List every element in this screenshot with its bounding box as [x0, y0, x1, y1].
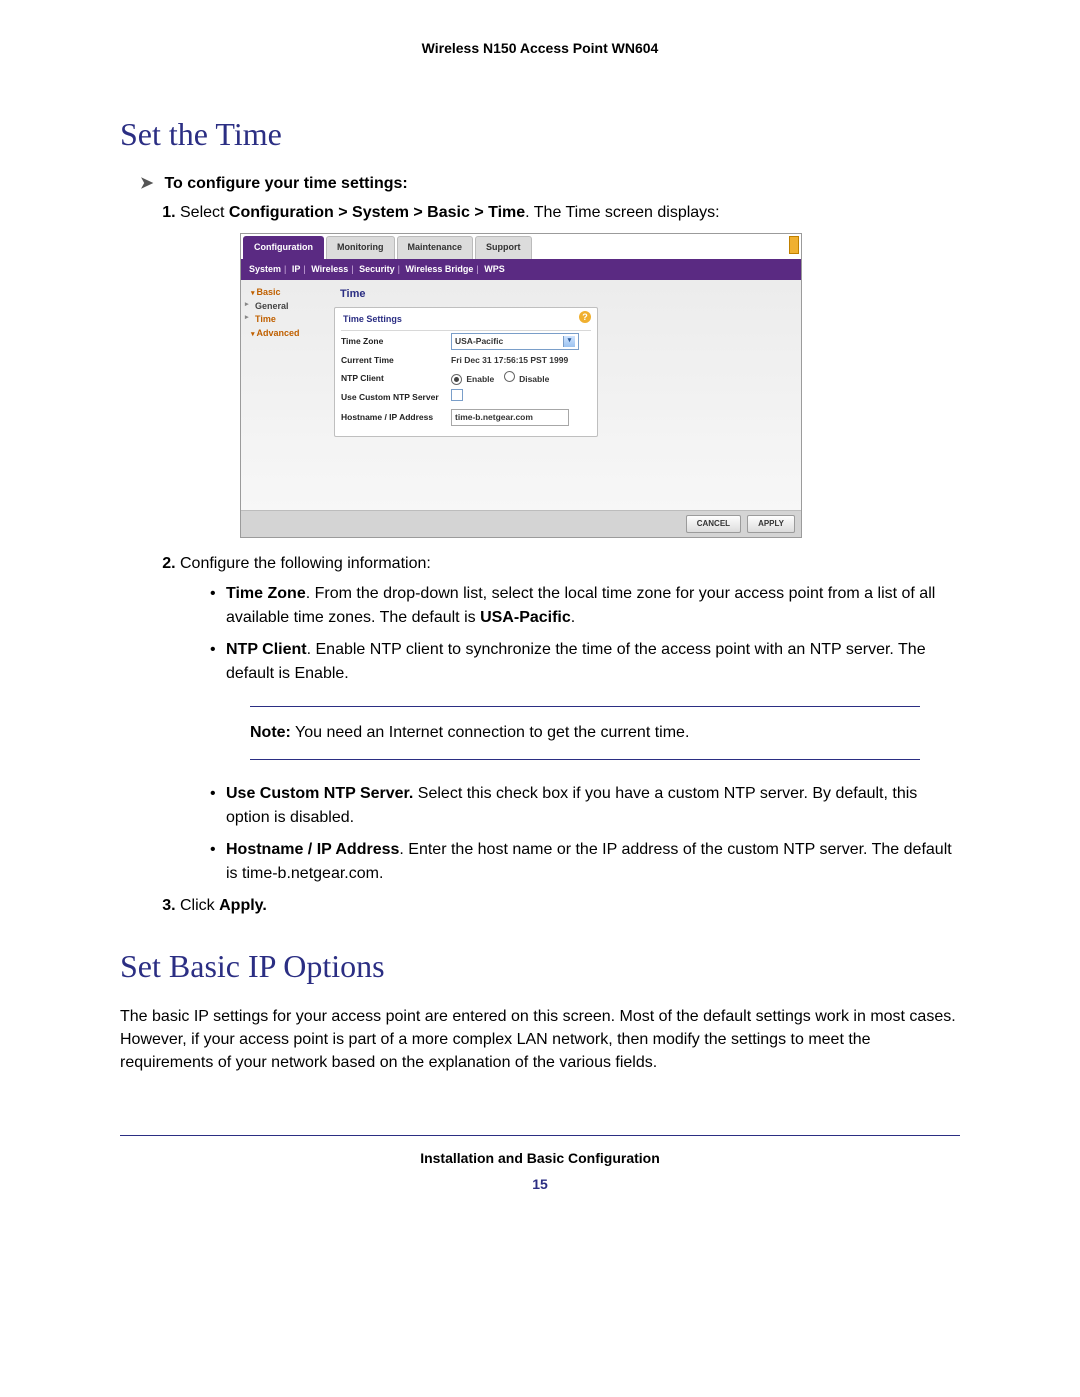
corner-accent-icon: [789, 236, 799, 254]
step-3-action: Apply.: [219, 897, 267, 914]
sidebar-item-basic[interactable]: Basic: [245, 286, 330, 300]
radio-ntp-enable[interactable]: [451, 374, 462, 385]
label-time-zone: Time Zone: [341, 335, 451, 348]
tab-support[interactable]: Support: [475, 236, 532, 259]
bullet-custom-ntp: Use Custom NTP Server. Select this check…: [210, 782, 960, 830]
row-custom-ntp: Use Custom NTP Server: [341, 387, 591, 407]
step-2-body: Configure the following information:: [180, 555, 431, 572]
label-current-time: Current Time: [341, 354, 451, 367]
heading-set-basic-ip: Set Basic IP Options: [120, 948, 960, 985]
sidebar-item-time[interactable]: Time: [245, 313, 330, 327]
radio-ntp-disable-label: Disable: [519, 374, 549, 384]
panel-title: Time: [334, 284, 793, 307]
step-1-prefix: Select: [180, 204, 229, 221]
app-sidebar: Basic General Time Advanced: [241, 280, 334, 510]
heading-set-the-time: Set the Time: [120, 116, 960, 153]
time-settings-panel: Time Settings ? Time Zone USA-Pacific ▾: [334, 307, 598, 437]
subnav-wireless[interactable]: Wireless: [311, 264, 348, 274]
bullet-time-zone-lead: Time Zone: [226, 585, 306, 602]
app-tab-bar: Configuration Monitoring Maintenance Sup…: [241, 234, 801, 259]
value-current-time: Fri Dec 31 17:56:15 PST 1999: [451, 354, 591, 367]
label-hostname: Hostname / IP Address: [341, 411, 451, 424]
radio-ntp-enable-label: Enable: [466, 374, 494, 384]
chevron-down-icon: ▾: [563, 336, 575, 347]
task-lead: ➤ To configure your time settings:: [140, 173, 960, 193]
sidebar-item-advanced[interactable]: Advanced: [245, 327, 330, 341]
subnav-wps[interactable]: WPS: [484, 264, 505, 274]
label-ntp-client: NTP Client: [341, 372, 451, 385]
cancel-button[interactable]: CANCEL: [686, 515, 741, 533]
subnav-system[interactable]: System: [249, 264, 281, 274]
bullet-custom-ntp-lead: Use Custom NTP Server.: [226, 785, 413, 802]
embedded-screenshot: Configuration Monitoring Maintenance Sup…: [240, 233, 802, 538]
panel-subtitle-text: Time Settings: [343, 314, 402, 324]
bullet-hostname: Hostname / IP Address. Enter the host na…: [210, 838, 960, 886]
tab-monitoring[interactable]: Monitoring: [326, 236, 395, 259]
radio-ntp-disable[interactable]: [504, 371, 515, 382]
apply-button[interactable]: APPLY: [747, 515, 795, 533]
app-main: Time Time Settings ? Time Zone USA-Pac: [334, 280, 801, 510]
chevron-right-icon: ➤: [140, 173, 154, 193]
app-subnav: System| IP| Wireless| Security| Wireless…: [241, 259, 801, 281]
step-1-path: Configuration > System > Basic > Time: [229, 204, 525, 221]
row-time-zone: Time Zone USA-Pacific ▾: [341, 331, 591, 352]
row-current-time: Current Time Fri Dec 31 17:56:15 PST 199…: [341, 352, 591, 369]
running-header: Wireless N150 Access Point WN604: [120, 40, 960, 56]
select-time-zone[interactable]: USA-Pacific ▾: [451, 333, 579, 350]
value-ntp-client: Enable Disable: [451, 371, 591, 386]
ip-options-paragraph: The basic IP settings for your access po…: [120, 1005, 960, 1075]
row-hostname: Hostname / IP Address time-b.netgear.com: [341, 407, 591, 428]
step-2-bullets-cont: Use Custom NTP Server. Select this check…: [180, 782, 960, 886]
page-number: 15: [120, 1176, 960, 1192]
task-lead-text: To configure your time settings:: [164, 175, 407, 192]
row-ntp-client: NTP Client Enable Disable: [341, 369, 591, 388]
step-2: Configure the following information: Tim…: [180, 552, 960, 886]
step-2-bullets: Time Zone. From the drop-down list, sele…: [180, 582, 960, 686]
bullet-time-zone-period: .: [571, 609, 575, 626]
subnav-wireless-bridge[interactable]: Wireless Bridge: [405, 264, 473, 274]
bullet-ntp-client: NTP Client. Enable NTP client to synchro…: [210, 638, 960, 686]
bullet-time-zone-default: USA-Pacific: [480, 609, 571, 626]
tab-configuration[interactable]: Configuration: [243, 236, 324, 259]
select-time-zone-value: USA-Pacific: [455, 335, 503, 348]
help-icon[interactable]: ?: [579, 311, 591, 323]
subnav-security[interactable]: Security: [359, 264, 395, 274]
step-3-body: Click Apply.: [180, 897, 267, 914]
app-footer: CANCEL APPLY: [241, 510, 801, 537]
note-label: Note:: [250, 724, 291, 741]
bullet-hostname-lead: Hostname / IP Address: [226, 841, 399, 858]
step-1-suffix: . The Time screen displays:: [525, 204, 719, 221]
footer-divider: [120, 1135, 960, 1136]
step-1: Select Configuration > System > Basic > …: [180, 201, 960, 538]
page: Wireless N150 Access Point WN604 Set the…: [0, 0, 1080, 1397]
step-3-prefix: Click: [180, 897, 219, 914]
running-footer: Installation and Basic Configuration: [120, 1150, 960, 1166]
sidebar-item-general[interactable]: General: [245, 300, 330, 314]
note-text: You need an Internet connection to get t…: [291, 724, 690, 741]
step-1-body: Select Configuration > System > Basic > …: [180, 204, 720, 221]
step-3: Click Apply.: [180, 894, 960, 918]
bullet-time-zone-body: . From the drop-down list, select the lo…: [226, 585, 935, 626]
steps-list: Select Configuration > System > Basic > …: [160, 201, 960, 918]
note-block: Note: You need an Internet connection to…: [250, 706, 920, 760]
input-hostname[interactable]: time-b.netgear.com: [451, 409, 569, 426]
bullet-ntp-client-body: . Enable NTP client to synchronize the t…: [226, 641, 926, 682]
tab-maintenance[interactable]: Maintenance: [397, 236, 474, 259]
bullet-time-zone: Time Zone. From the drop-down list, sele…: [210, 582, 960, 630]
label-custom-ntp: Use Custom NTP Server: [341, 391, 451, 404]
checkbox-custom-ntp[interactable]: [451, 389, 463, 401]
panel-subtitle: Time Settings ?: [341, 311, 591, 332]
app-body: Basic General Time Advanced Time Time Se…: [241, 280, 801, 510]
bullet-ntp-client-lead: NTP Client: [226, 641, 307, 658]
